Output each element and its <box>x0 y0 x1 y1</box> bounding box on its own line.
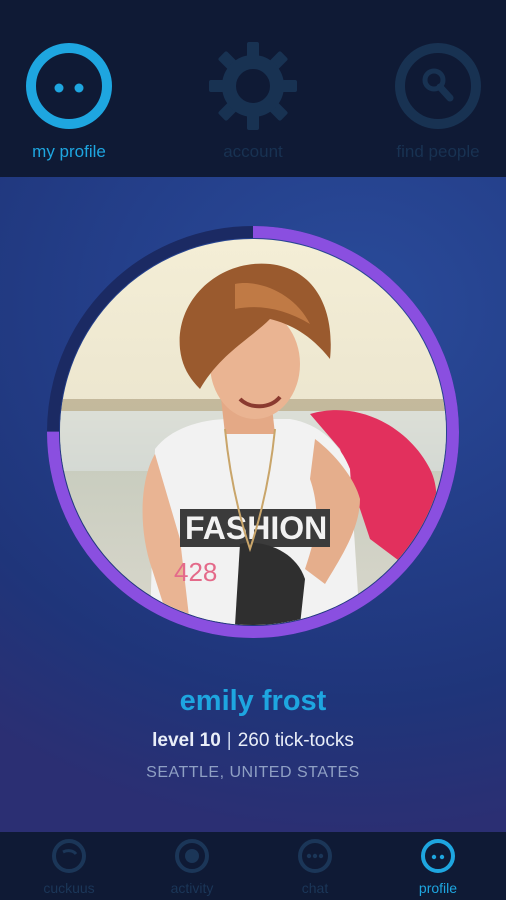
tab-label: account <box>223 142 283 161</box>
tab-my-profile[interactable]: my profile <box>0 42 139 167</box>
tab-label: find people <box>396 142 480 161</box>
tab-label: chat <box>301 880 329 896</box>
tab-label: cuckuus <box>43 880 95 896</box>
face-icon <box>26 43 112 129</box>
profile-photo[interactable]: FASHION 428 <box>60 239 446 625</box>
tick-tocks-count: 260 tick-tocks <box>237 730 354 751</box>
profile-stats: level 10 | 260 tick-tocks <box>0 730 506 752</box>
profile-location: SEATTLE, UNITED STATES <box>146 764 360 781</box>
tab-label: activity <box>170 880 214 896</box>
tab-label: profile <box>418 880 458 896</box>
profile-icon <box>421 839 455 873</box>
svg-text:428: 428 <box>174 557 217 587</box>
tab-label: my profile <box>32 142 106 161</box>
tab-find-people[interactable]: find people <box>368 42 506 167</box>
tab-chat[interactable]: chat <box>254 838 376 898</box>
gear-icon <box>209 42 297 130</box>
activity-icon <box>175 839 209 873</box>
profile-panel: FASHION 428 emily frost level 10 | 260 tic… <box>0 177 506 832</box>
bottom-navigation: cuckuus activity chat profile <box>0 832 506 900</box>
tab-cuckuus[interactable]: cuckuus <box>8 838 130 898</box>
stats-separator: | <box>226 730 232 751</box>
top-navigation: my profile account find people <box>0 0 506 177</box>
level-text: level 10 <box>152 730 221 751</box>
avatar: FASHION 428 <box>60 239 446 625</box>
chat-icon <box>298 839 332 873</box>
tab-account[interactable]: account <box>183 42 323 167</box>
cuckuus-icon <box>52 839 86 873</box>
profile-name: emily frost <box>179 685 327 717</box>
tab-activity[interactable]: activity <box>131 838 253 898</box>
tab-profile[interactable]: profile <box>377 838 499 898</box>
search-icon <box>395 43 481 129</box>
